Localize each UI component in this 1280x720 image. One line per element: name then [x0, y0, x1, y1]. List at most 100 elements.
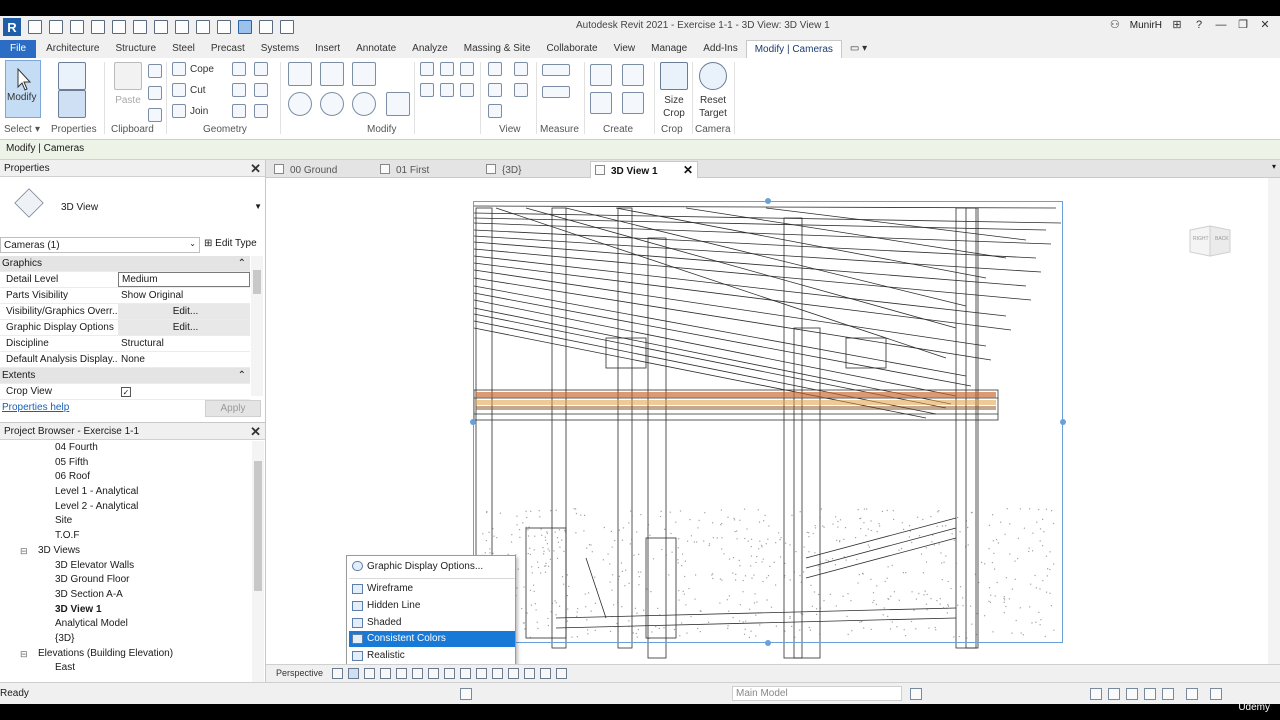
tab-architecture[interactable]: Architecture: [38, 40, 107, 58]
view-cube[interactable]: RIGHT BACK: [1186, 222, 1234, 258]
cut-label[interactable]: Cut: [190, 85, 206, 96]
print-icon[interactable]: [133, 20, 147, 34]
browser-item[interactable]: Analytical Model: [0, 617, 252, 632]
cope-icon[interactable]: [172, 62, 186, 76]
analysis-display-value[interactable]: None: [118, 352, 250, 367]
demolish-icon[interactable]: [254, 62, 268, 76]
trim-icon[interactable]: [386, 92, 410, 116]
tab-collaborate[interactable]: Collaborate: [538, 40, 605, 58]
folder-icon[interactable]: [49, 20, 63, 34]
delete-icon[interactable]: [460, 83, 474, 97]
shadows-icon[interactable]: [380, 668, 391, 679]
menu-shaded[interactable]: Shaded: [349, 615, 515, 631]
tab-systems[interactable]: Systems: [253, 40, 307, 58]
cope-label[interactable]: Cope: [190, 64, 214, 75]
size-crop-button[interactable]: Size Crop: [656, 60, 692, 120]
browser-item[interactable]: Level 1 - Analytical: [0, 485, 252, 500]
view-tab-3d[interactable]: {3D}: [486, 161, 586, 178]
tab-annotate[interactable]: Annotate: [348, 40, 404, 58]
crop-region-boundary[interactable]: [473, 201, 1063, 643]
paint-icon[interactable]: [232, 104, 246, 118]
reveal-hidden-icon[interactable]: [476, 668, 487, 679]
menu-wireframe[interactable]: Wireframe: [349, 581, 515, 597]
crop-view-icon[interactable]: [412, 668, 423, 679]
tab-add-ins[interactable]: Add-Ins: [695, 40, 745, 58]
panel-select[interactable]: Select: [4, 124, 32, 135]
copy-element-icon[interactable]: [320, 92, 344, 116]
user-name[interactable]: MunirH: [1130, 20, 1162, 31]
tab-modify-cameras[interactable]: Modify | Cameras: [745, 40, 842, 58]
open-icon[interactable]: [28, 20, 42, 34]
temporary-hide-icon[interactable]: [460, 668, 471, 679]
instance-filter-dropdown[interactable]: Cameras (1) ⌄: [0, 237, 200, 253]
browser-item[interactable]: Level 2 - Analytical: [0, 500, 252, 515]
filter-icon[interactable]: [1210, 688, 1222, 700]
measure-icon[interactable]: [154, 20, 168, 34]
drag-elements-icon[interactable]: [1162, 688, 1174, 700]
projection-label[interactable]: Perspective: [276, 668, 323, 678]
close-icon[interactable]: ✕: [683, 163, 693, 177]
active-model-field[interactable]: Main Model: [732, 686, 902, 701]
discipline-value[interactable]: Structural: [118, 336, 250, 351]
redo-icon[interactable]: [112, 20, 126, 34]
default-3d-view-icon[interactable]: [217, 20, 231, 34]
constraints-icon[interactable]: [556, 668, 567, 679]
sun-path-icon[interactable]: [364, 668, 375, 679]
view-tab-01-first[interactable]: 01 First: [380, 161, 480, 178]
light-bulb-icon[interactable]: [488, 62, 502, 76]
split-face-icon[interactable]: [232, 83, 246, 97]
tab-structure[interactable]: Structure: [107, 40, 164, 58]
browser-item[interactable]: 05 Fifth: [0, 456, 252, 471]
tab-file[interactable]: File: [0, 40, 37, 58]
pin-icon[interactable]: [420, 83, 434, 97]
project-browser-scrollbar[interactable]: [252, 441, 264, 683]
override-graphics-icon[interactable]: [488, 83, 502, 97]
dimension-icon[interactable]: [175, 20, 189, 34]
tab-insert[interactable]: Insert: [307, 40, 348, 58]
crop-view-checkbox[interactable]: ✓: [121, 386, 131, 397]
menu-realistic[interactable]: Realistic: [349, 648, 515, 664]
tab-analyze[interactable]: Analyze: [404, 40, 456, 58]
unjoin-icon[interactable]: [254, 104, 268, 118]
scroll-thumb[interactable]: [254, 461, 262, 591]
join-icon[interactable]: [172, 104, 186, 118]
properties-scrollbar[interactable]: [251, 256, 263, 396]
visibility-graphics-edit-button[interactable]: Edit...: [118, 304, 250, 319]
chevron-down-icon[interactable]: ▼: [254, 202, 262, 211]
type-selector[interactable]: 3D View ▼: [0, 160, 266, 220]
detail-level-field[interactable]: Medium: [118, 272, 250, 287]
menu-consistent-colors[interactable]: Consistent Colors: [349, 631, 515, 647]
restore-icon[interactable]: ❐: [1236, 19, 1250, 31]
parts-visibility-value[interactable]: Show Original: [118, 288, 250, 303]
properties-help-link[interactable]: Properties help: [2, 402, 69, 413]
show-crop-region-icon[interactable]: [428, 668, 439, 679]
type-properties-button[interactable]: [54, 90, 90, 118]
uncut-icon[interactable]: [254, 83, 268, 97]
menu-hidden-line[interactable]: Hidden Line: [349, 598, 515, 614]
group-extents[interactable]: Extents ⌃: [0, 368, 250, 384]
create-similar-icon[interactable]: [622, 92, 644, 114]
move-icon[interactable]: [288, 92, 312, 116]
scroll-thumb[interactable]: [253, 270, 261, 294]
cut-geometry-icon[interactable]: [172, 83, 186, 97]
tab-options-dropdown[interactable]: ▭ ▾: [842, 40, 875, 58]
select-by-face-icon[interactable]: [1144, 688, 1156, 700]
browser-item[interactable]: 3D Ground Floor: [0, 573, 252, 588]
close-icon[interactable]: ✕: [250, 424, 261, 440]
browser-item[interactable]: 04 Fourth: [0, 441, 252, 456]
offset-icon[interactable]: [320, 62, 344, 86]
detail-level-icon[interactable]: [332, 668, 343, 679]
temporary-view-properties-icon[interactable]: [508, 668, 519, 679]
rotate-icon[interactable]: [352, 92, 376, 116]
view-tab-00-ground[interactable]: 00 Ground: [274, 161, 374, 178]
linework-icon[interactable]: [514, 83, 528, 97]
tabs-dropdown-icon[interactable]: ▾: [1272, 162, 1276, 171]
apply-button[interactable]: Apply: [205, 400, 261, 417]
select-pinned-icon[interactable]: [1126, 688, 1138, 700]
mirror-axis-icon[interactable]: [352, 62, 376, 86]
text-icon[interactable]: [196, 20, 210, 34]
scale-icon[interactable]: [460, 62, 474, 76]
align-icon[interactable]: [288, 62, 312, 86]
worksets-icon[interactable]: [460, 688, 472, 700]
select-links-icon[interactable]: [1090, 688, 1102, 700]
